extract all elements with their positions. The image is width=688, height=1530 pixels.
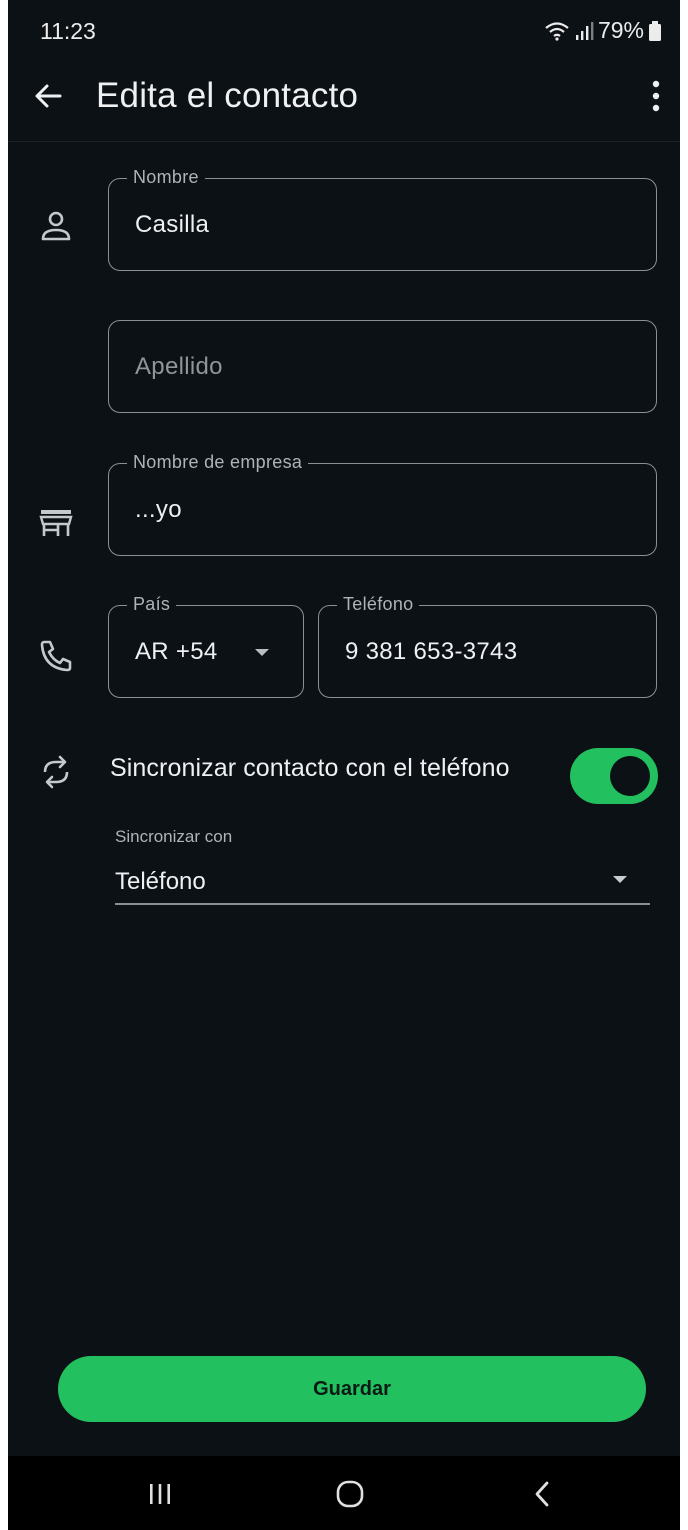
status-bar: 11:23 79% <box>8 0 680 62</box>
company-label: Nombre de empresa <box>127 452 309 473</box>
page-title: Edita el contacto <box>96 76 359 115</box>
person-icon <box>36 208 76 248</box>
app-bar: Edita el contacto <box>8 62 680 142</box>
sync-label: Sincronizar contacto con el teléfono <box>110 754 510 782</box>
system-nav-bar <box>8 1456 680 1530</box>
phone-field[interactable]: Teléfono 9 381 653-3743 <box>318 594 657 698</box>
sync-with-label: Sincronizar con <box>115 827 233 846</box>
app-screen: 11:23 79% Edita el contacto Nombre Casil… <box>8 0 680 1530</box>
select-underline <box>115 903 650 905</box>
battery-percent: 79% <box>597 17 644 43</box>
more-vert-icon[interactable] <box>638 76 674 116</box>
first-name-field[interactable]: Nombre Casilla <box>108 167 657 271</box>
store-icon <box>36 504 76 544</box>
phone-icon <box>36 636 76 676</box>
home-icon[interactable] <box>330 1474 370 1514</box>
status-time: 11:23 <box>40 18 96 44</box>
sync-toggle[interactable] <box>570 748 658 804</box>
company-field[interactable]: Nombre de empresa ...yo <box>108 452 657 556</box>
last-name-placeholder: Apellido <box>135 353 223 380</box>
country-value: AR +54 <box>135 638 218 665</box>
dropdown-caret-icon <box>613 876 627 883</box>
signal-icon <box>574 20 594 42</box>
country-code-field[interactable]: País AR +54 <box>108 594 304 698</box>
sync-with-select[interactable]: Teléfono <box>115 868 206 896</box>
phone-value: 9 381 653-3743 <box>345 638 518 665</box>
last-name-field[interactable]: Apellido <box>108 320 657 413</box>
recent-apps-icon[interactable] <box>140 1474 180 1514</box>
save-button[interactable]: Guardar <box>58 1356 646 1422</box>
phone-label: Teléfono <box>337 594 420 615</box>
battery-icon <box>648 20 662 42</box>
wifi-icon <box>544 20 570 42</box>
first-name-label: Nombre <box>127 167 205 188</box>
country-label: País <box>127 594 177 615</box>
arrow-back-icon[interactable] <box>30 78 66 114</box>
save-button-label: Guardar <box>313 1378 391 1400</box>
sync-icon <box>36 752 76 792</box>
status-icons: 79% <box>544 17 662 44</box>
toggle-knob <box>610 756 650 796</box>
back-nav-icon[interactable] <box>523 1474 563 1514</box>
first-name-value: Casilla <box>135 211 210 238</box>
company-value: ...yo <box>135 496 182 523</box>
dropdown-caret-icon <box>255 649 269 656</box>
